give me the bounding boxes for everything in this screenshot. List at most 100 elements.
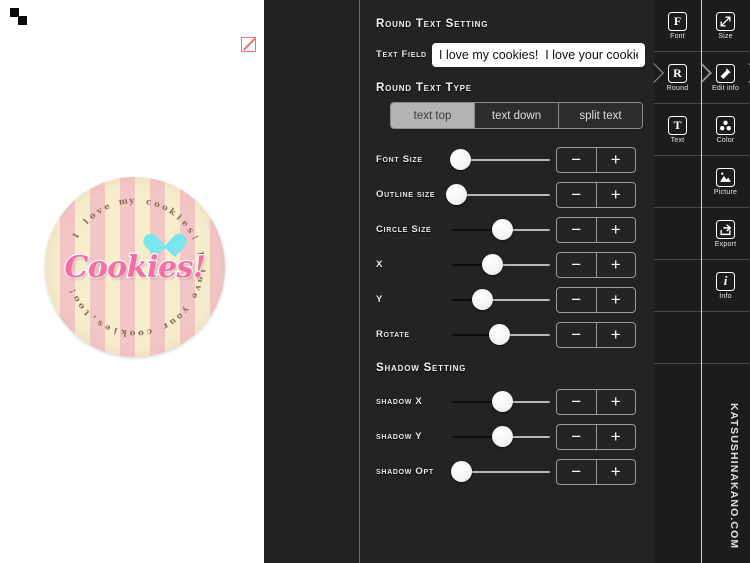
app-root: Il o v e m y c o o k i e s! Il o v e y o u r c o o k i e s, t o o! Coo… [0,0,750,563]
increment-button[interactable]: + [597,288,636,312]
slider-label: shadow Y [376,431,423,442]
sidebar-empty-slot [654,312,701,364]
segment-text-top[interactable]: text top [391,103,475,128]
increment-button[interactable]: + [597,323,636,347]
sidebar-empty-slot [702,312,749,364]
ring-text-char: y [129,195,135,207]
sidebar-item-label: Text [670,136,685,144]
slider-row-x: X − + [360,248,654,283]
font-icon: F [668,11,687,31]
round-text-type-segmented-control[interactable]: text top text down split text [390,102,643,129]
picture-icon [716,167,735,187]
cookie-title-text: Cookies! [63,249,207,286]
round-icon: R [668,63,687,83]
shadow-settings-title: Shadow Setting [376,362,467,374]
sidebar-item-label: Edit info [711,84,740,92]
segment-text-down[interactable]: text down [475,103,559,128]
slider-knob[interactable] [492,426,514,447]
decrement-button[interactable]: − [557,148,597,172]
decrement-button[interactable]: − [557,460,597,484]
resize-arrow-icon [716,11,735,31]
sidebar-item-label: Color [716,136,735,144]
slider-knob[interactable] [471,289,493,310]
sidebar-item-font[interactable]: F Font [654,0,701,52]
slider-knob[interactable] [492,219,514,240]
increment-button[interactable]: + [597,183,636,207]
sidebar-item-round[interactable]: R Round [654,52,701,104]
slider-label: Y [376,294,384,305]
increment-button[interactable]: + [597,460,636,484]
slider-knob[interactable] [488,324,510,345]
sidebar-item-label: Font [670,32,685,40]
sidebar-item-color[interactable]: Color [702,104,749,156]
slider-label: shadow X [376,396,423,407]
slider-track[interactable] [452,299,550,301]
stepper: − + [556,287,636,313]
slider-row-rotate: Rotate − + [360,318,654,353]
slash-line [242,37,257,51]
sidebar-item-edit-info[interactable]: Edit info [702,52,749,104]
round-text-settings-panel: Round Text Setting Text Field Round Text… [360,0,654,563]
text-field-input[interactable] [432,43,645,67]
panel-title: Round Text Setting [376,18,489,30]
cookie-artwork[interactable]: Il o v e m y c o o k i e s! Il o v e y o u r c o o k i e s, t o o! Coo… [45,177,225,357]
slider-label: Circle Size [376,224,432,235]
stepper: − + [556,389,636,415]
decrement-button[interactable]: − [557,390,597,414]
no-image-slash-icon[interactable] [241,37,257,52]
slider-knob[interactable] [446,184,468,205]
stepper: − + [556,424,636,450]
decrement-button[interactable]: − [557,425,597,449]
slider-label: X [376,259,384,270]
ring-text-char: o [137,327,145,338]
segment-split-text[interactable]: split text [559,103,642,128]
sidebar-item-label: Size [718,32,733,40]
slider-knob[interactable] [451,461,473,482]
panel-gutter [264,0,360,563]
increment-button[interactable]: + [597,425,636,449]
sidebar-item-label: Round [666,84,689,92]
slider-row-font-size: Font Size − + [360,143,654,178]
slider-row-outline-size: Outline size − + [360,178,654,213]
sidebar-item-info[interactable]: i Info [702,260,749,312]
ring-text-char: o [129,327,136,339]
decrement-button[interactable]: − [557,288,597,312]
export-arrow-icon [716,219,735,239]
stepper: − + [556,322,636,348]
color-palette-icon [716,115,735,135]
sidebar-item-picture[interactable]: Picture [702,156,749,208]
sidebar-item-label: Info [719,292,732,300]
mark-square-lower [18,16,27,25]
increment-button[interactable]: + [597,253,636,277]
decrement-button[interactable]: − [557,323,597,347]
sidebar-item-export[interactable]: Export [702,208,749,260]
slider-knob[interactable] [481,254,503,275]
increment-button[interactable]: + [597,148,636,172]
text-icon: T [668,115,687,135]
slider-knob[interactable] [492,391,514,412]
canvas-area: Il o v e m y c o o k i e s! Il o v e y o u r c o o k i e s, t o o! Coo… [0,0,264,563]
slider-row-shadow-opt: shadow Opt − + [360,455,654,490]
sidebar-item-label: Export [714,240,737,248]
slider-label: Font Size [376,154,423,165]
text-field-label: Text Field [376,49,427,60]
slider-label: Rotate [376,329,410,340]
sidebar-column-primary: F Font R Round T Text [654,0,702,563]
decrement-button[interactable]: − [557,218,597,242]
stepper: − + [556,147,636,173]
slider-row-shadow-y: shadow Y − + [360,420,654,455]
decrement-button[interactable]: − [557,253,597,277]
slider-row-shadow-x: shadow X − + [360,385,654,420]
sidebar-item-size[interactable]: Size [702,0,749,52]
increment-button[interactable]: + [597,390,636,414]
sidebar-item-text[interactable]: T Text [654,104,701,156]
slider-knob[interactable] [450,149,472,170]
slider-row-y: Y − + [360,283,654,318]
decrement-button[interactable]: − [557,183,597,207]
stepper: − + [556,217,636,243]
slider-row-circle-size: Circle Size − + [360,213,654,248]
ring-text-char: m [117,196,129,208]
stepper: − + [556,459,636,485]
increment-button[interactable]: + [597,218,636,242]
round-text-type-label: Round Text Type [376,82,472,94]
